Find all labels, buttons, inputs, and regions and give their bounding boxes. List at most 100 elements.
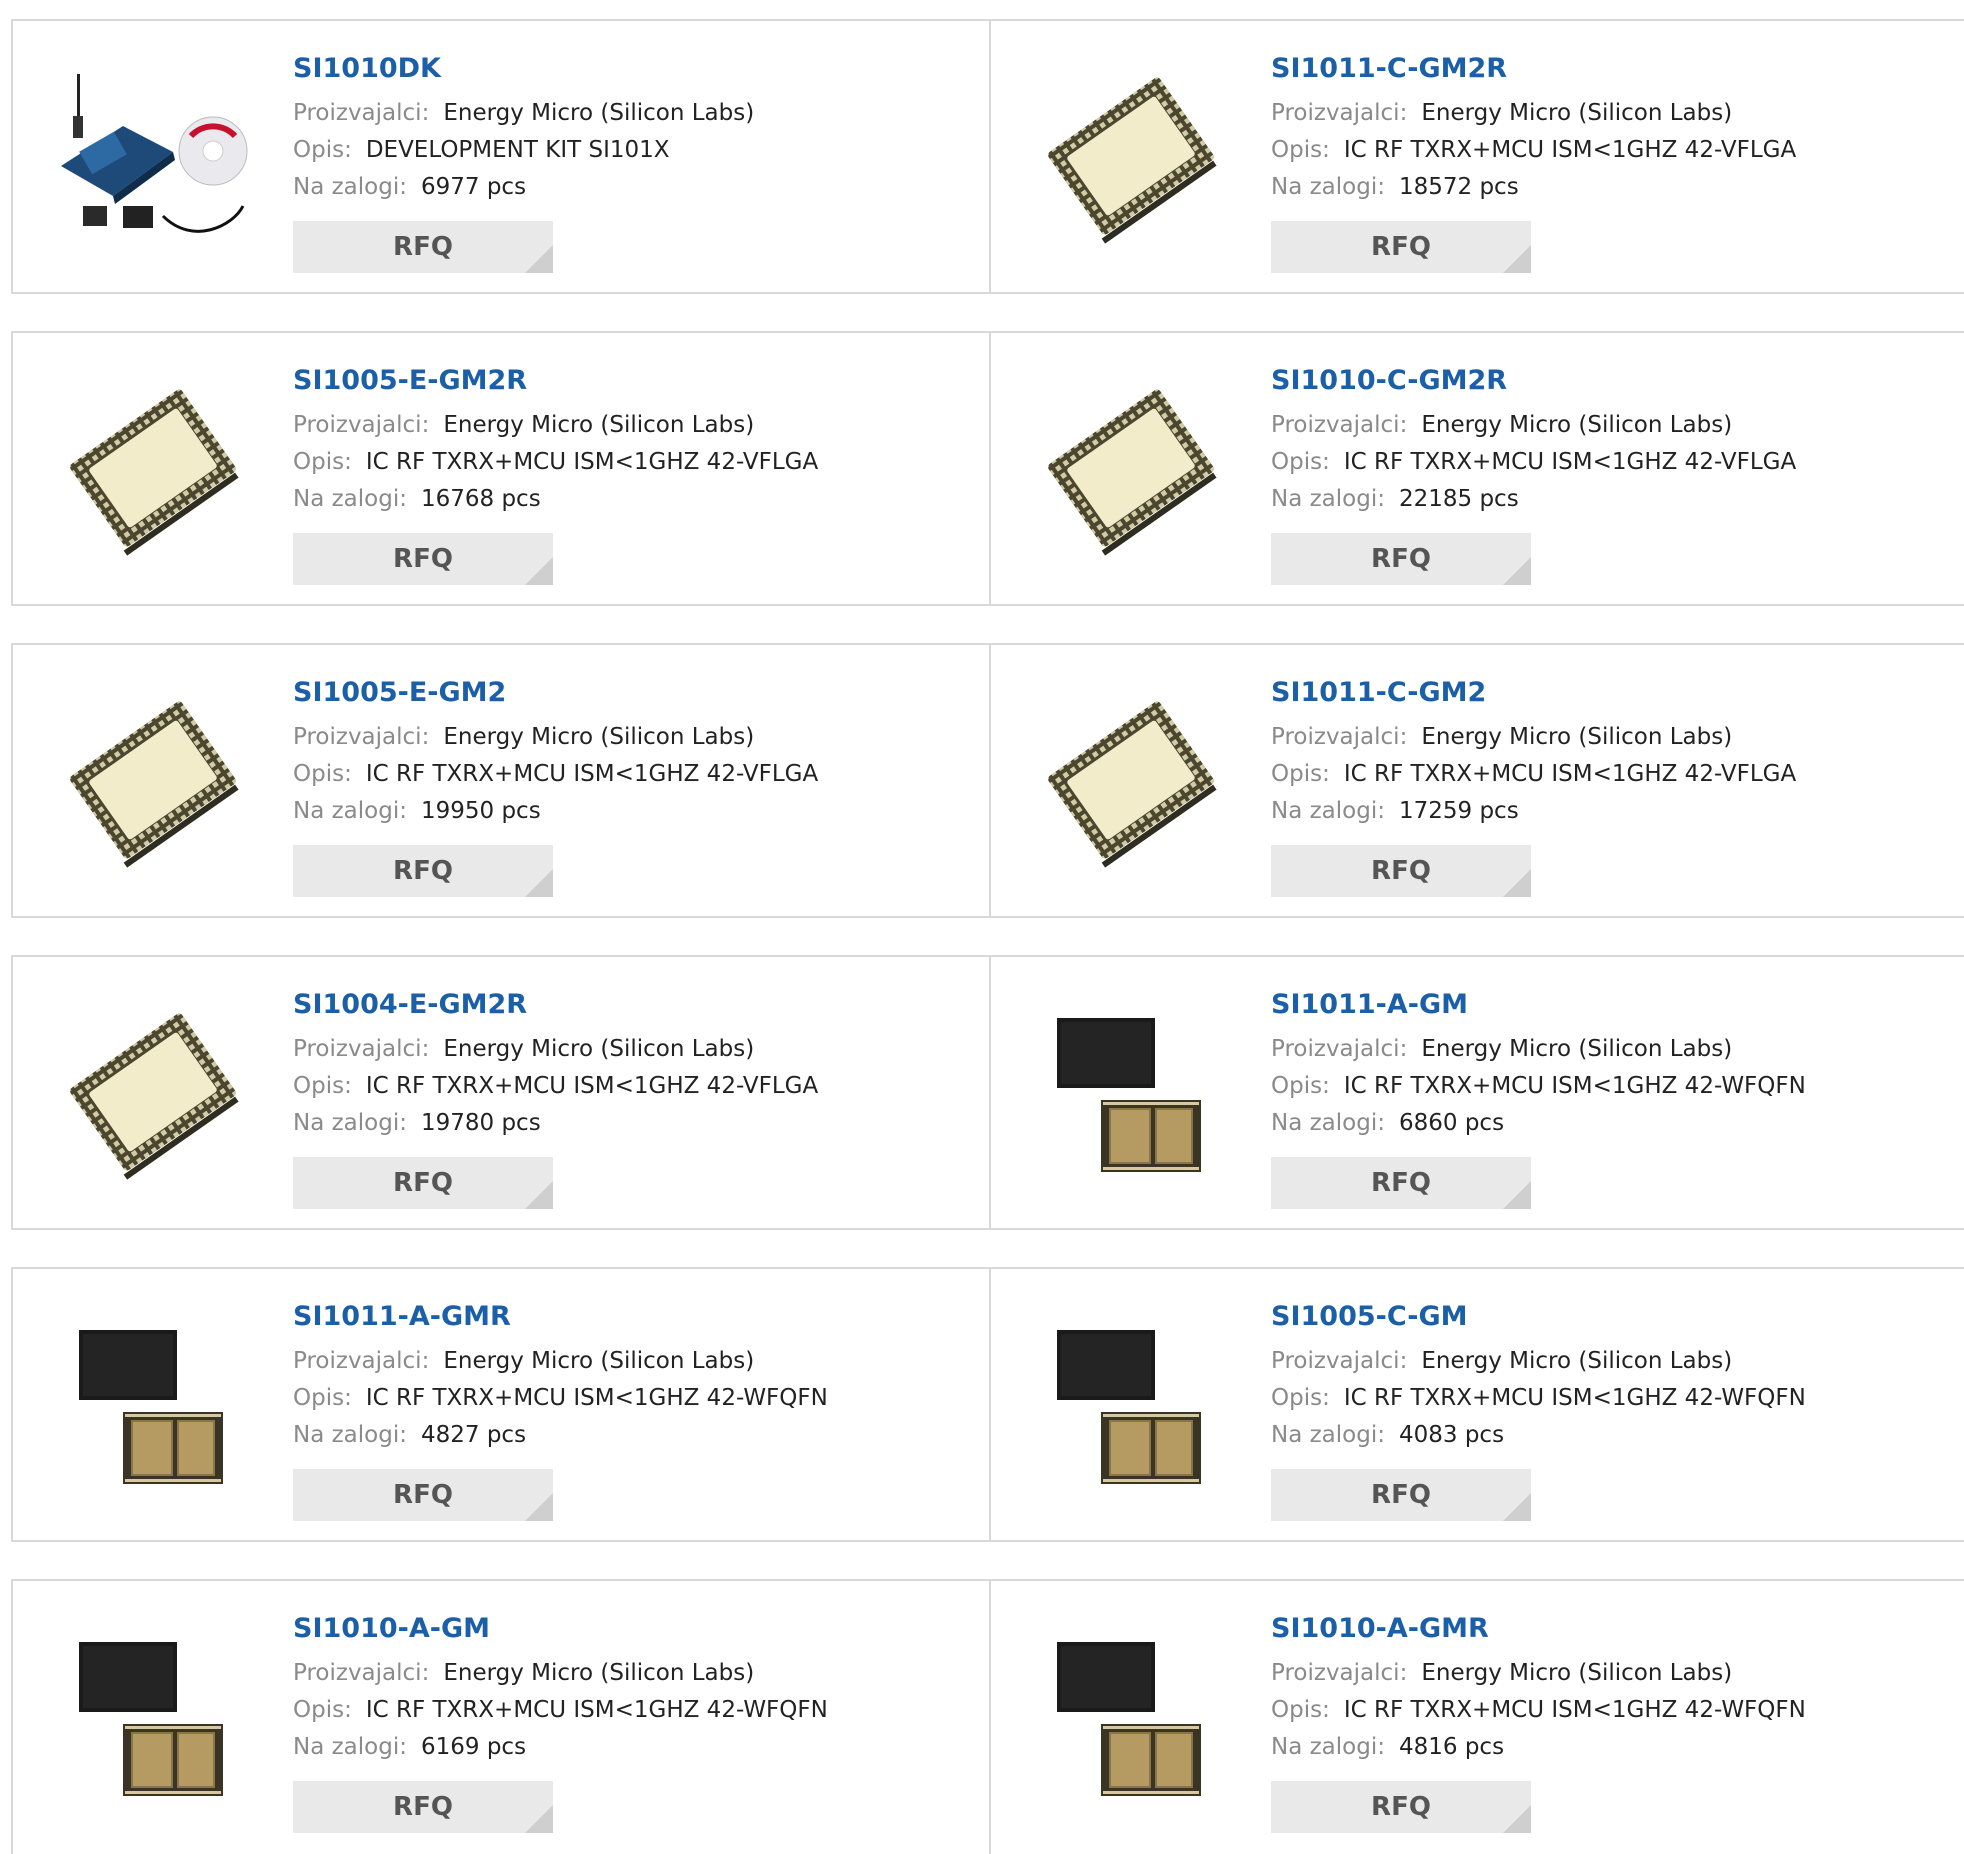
description-line: Opis: IC RF TXRX+MCU ISM<1GHZ 42-WFQFN — [293, 1692, 828, 1729]
product-name-link[interactable]: SI1010DK — [293, 49, 754, 89]
product-image[interactable] — [53, 680, 253, 880]
product-name-link[interactable]: SI1011-C-GM2R — [1271, 49, 1796, 89]
description-label: Opis: — [293, 137, 352, 163]
stock-value: 16768 pcs — [420, 486, 541, 512]
rfq-corner-decoration — [1503, 245, 1531, 273]
stock-label: Na zalogi: — [293, 798, 407, 824]
product-name-link[interactable]: SI1011-C-GM2 — [1271, 673, 1796, 713]
product-name-link[interactable]: SI1010-A-GMR — [1271, 1609, 1806, 1649]
description-line: Opis: IC RF TXRX+MCU ISM<1GHZ 42-VFLGA — [293, 1068, 818, 1105]
description-label: Opis: — [1271, 1385, 1330, 1411]
manufacturer-line: Proizvajalci: Energy Micro (Silicon Labs) — [1271, 1343, 1806, 1380]
product-image[interactable] — [1031, 56, 1231, 256]
product-image[interactable] — [53, 1304, 253, 1504]
rfq-button[interactable]: RFQ — [1271, 533, 1531, 585]
rfq-button[interactable]: RFQ — [293, 1157, 553, 1209]
product-card: SI1011-A-GMR Proizvajalci: Energy Micro (… — [13, 1269, 991, 1540]
product-image[interactable] — [1031, 1304, 1231, 1504]
rfq-button[interactable]: RFQ — [293, 1469, 553, 1521]
description-label: Opis: — [1271, 137, 1330, 163]
description-value: IC RF TXRX+MCU ISM<1GHZ 42-WFQFN — [365, 1385, 828, 1411]
rfq-corner-decoration — [525, 1493, 553, 1521]
product-image[interactable] — [1031, 992, 1231, 1192]
manufacturer-label: Proizvajalci: — [1271, 1660, 1408, 1686]
rfq-button[interactable]: RFQ — [293, 221, 553, 273]
wfqfn-chip-icon — [79, 1330, 223, 1484]
product-image[interactable] — [53, 992, 253, 1192]
rfq-button-label: RFQ — [393, 1480, 453, 1510]
stock-line: Na zalogi: 17259 pcs — [1271, 793, 1796, 830]
rfq-button[interactable]: RFQ — [1271, 1781, 1531, 1833]
product-card: SI1005-E-GM2R Proizvajalci: Energy Micro … — [13, 333, 991, 604]
description-label: Opis: — [1271, 1073, 1330, 1099]
manufacturer-line: Proizvajalci: Energy Micro (Silicon Labs) — [293, 1343, 828, 1380]
stock-value: 4083 pcs — [1398, 1422, 1505, 1448]
product-image[interactable] — [1031, 368, 1231, 568]
rfq-button-label: RFQ — [1371, 232, 1431, 262]
stock-line: Na zalogi: 4816 pcs — [1271, 1729, 1806, 1766]
product-row: SI1011-A-GMR Proizvajalci: Energy Micro (… — [11, 1267, 1964, 1542]
manufacturer-value: Energy Micro (Silicon Labs) — [443, 1348, 755, 1374]
rfq-button-label: RFQ — [1371, 1792, 1431, 1822]
stock-label: Na zalogi: — [1271, 174, 1385, 200]
rfq-button[interactable]: RFQ — [293, 1781, 553, 1833]
product-card: SI1010DK Proizvajalci: Energy Micro (Sili… — [13, 21, 991, 292]
rfq-button[interactable]: RFQ — [1271, 1469, 1531, 1521]
rfq-corner-decoration — [1503, 1493, 1531, 1521]
product-name-link[interactable]: SI1005-C-GM — [1271, 1297, 1806, 1337]
stock-value: 6977 pcs — [420, 174, 527, 200]
rfq-corner-decoration — [525, 869, 553, 897]
product-name-link[interactable]: SI1005-E-GM2R — [293, 361, 818, 401]
manufacturer-label: Proizvajalci: — [1271, 724, 1408, 750]
product-image[interactable] — [53, 368, 253, 568]
rfq-button[interactable]: RFQ — [1271, 845, 1531, 897]
description-value: IC RF TXRX+MCU ISM<1GHZ 42-WFQFN — [1343, 1073, 1806, 1099]
description-line: Opis: IC RF TXRX+MCU ISM<1GHZ 42-WFQFN — [293, 1380, 828, 1417]
product-name-link[interactable]: SI1005-E-GM2 — [293, 673, 818, 713]
product-name-link[interactable]: SI1010-C-GM2R — [1271, 361, 1796, 401]
stock-label: Na zalogi: — [1271, 1734, 1385, 1760]
product-name-link[interactable]: SI1011-A-GM — [1271, 985, 1806, 1025]
rfq-button[interactable]: RFQ — [293, 845, 553, 897]
manufacturer-label: Proizvajalci: — [1271, 100, 1408, 126]
product-image[interactable] — [1031, 680, 1231, 880]
product-row: SI1005-E-GM2R Proizvajalci: Energy Micro … — [11, 331, 1964, 606]
product-image[interactable] — [1031, 1616, 1231, 1816]
rfq-button[interactable]: RFQ — [1271, 1157, 1531, 1209]
vflga-chip-icon — [1048, 389, 1217, 556]
description-value: IC RF TXRX+MCU ISM<1GHZ 42-WFQFN — [365, 1697, 828, 1723]
description-label: Opis: — [293, 449, 352, 475]
description-line: Opis: IC RF TXRX+MCU ISM<1GHZ 42-WFQFN — [1271, 1068, 1806, 1105]
stock-value: 19950 pcs — [420, 798, 541, 824]
product-name-link[interactable]: SI1004-E-GM2R — [293, 985, 818, 1025]
product-name-link[interactable]: SI1011-A-GMR — [293, 1297, 828, 1337]
description-label: Opis: — [1271, 1697, 1330, 1723]
description-value: IC RF TXRX+MCU ISM<1GHZ 42-VFLGA — [1343, 761, 1797, 787]
product-card: SI1005-E-GM2 Proizvajalci: Energy Micro (… — [13, 645, 991, 916]
manufacturer-label: Proizvajalci: — [293, 1036, 430, 1062]
stock-label: Na zalogi: — [1271, 1422, 1385, 1448]
description-line: Opis: IC RF TXRX+MCU ISM<1GHZ 42-VFLGA — [293, 756, 818, 793]
stock-value: 6860 pcs — [1398, 1110, 1505, 1136]
rfq-button[interactable]: RFQ — [1271, 221, 1531, 273]
description-value: IC RF TXRX+MCU ISM<1GHZ 42-VFLGA — [365, 761, 819, 787]
stock-label: Na zalogi: — [293, 486, 407, 512]
description-line: Opis: IC RF TXRX+MCU ISM<1GHZ 42-WFQFN — [1271, 1380, 1806, 1417]
vflga-chip-icon — [70, 389, 239, 556]
product-row: SI1010DK Proizvajalci: Energy Micro (Sili… — [11, 19, 1964, 294]
manufacturer-value: Energy Micro (Silicon Labs) — [1421, 1660, 1733, 1686]
rfq-button[interactable]: RFQ — [293, 533, 553, 585]
product-name-link[interactable]: SI1010-A-GM — [293, 1609, 828, 1649]
wfqfn-chip-icon — [79, 1642, 223, 1796]
manufacturer-value: Energy Micro (Silicon Labs) — [443, 100, 755, 126]
product-image[interactable] — [53, 56, 253, 256]
rfq-button-label: RFQ — [393, 1168, 453, 1198]
rfq-corner-decoration — [525, 1805, 553, 1833]
product-row: SI1005-E-GM2 Proizvajalci: Energy Micro (… — [11, 643, 1964, 918]
product-image[interactable] — [53, 1616, 253, 1816]
rfq-corner-decoration — [525, 557, 553, 585]
stock-line: Na zalogi: 6169 pcs — [293, 1729, 828, 1766]
manufacturer-label: Proizvajalci: — [293, 412, 430, 438]
rfq-button-label: RFQ — [393, 232, 453, 262]
manufacturer-line: Proizvajalci: Energy Micro (Silicon Labs) — [293, 1655, 828, 1692]
